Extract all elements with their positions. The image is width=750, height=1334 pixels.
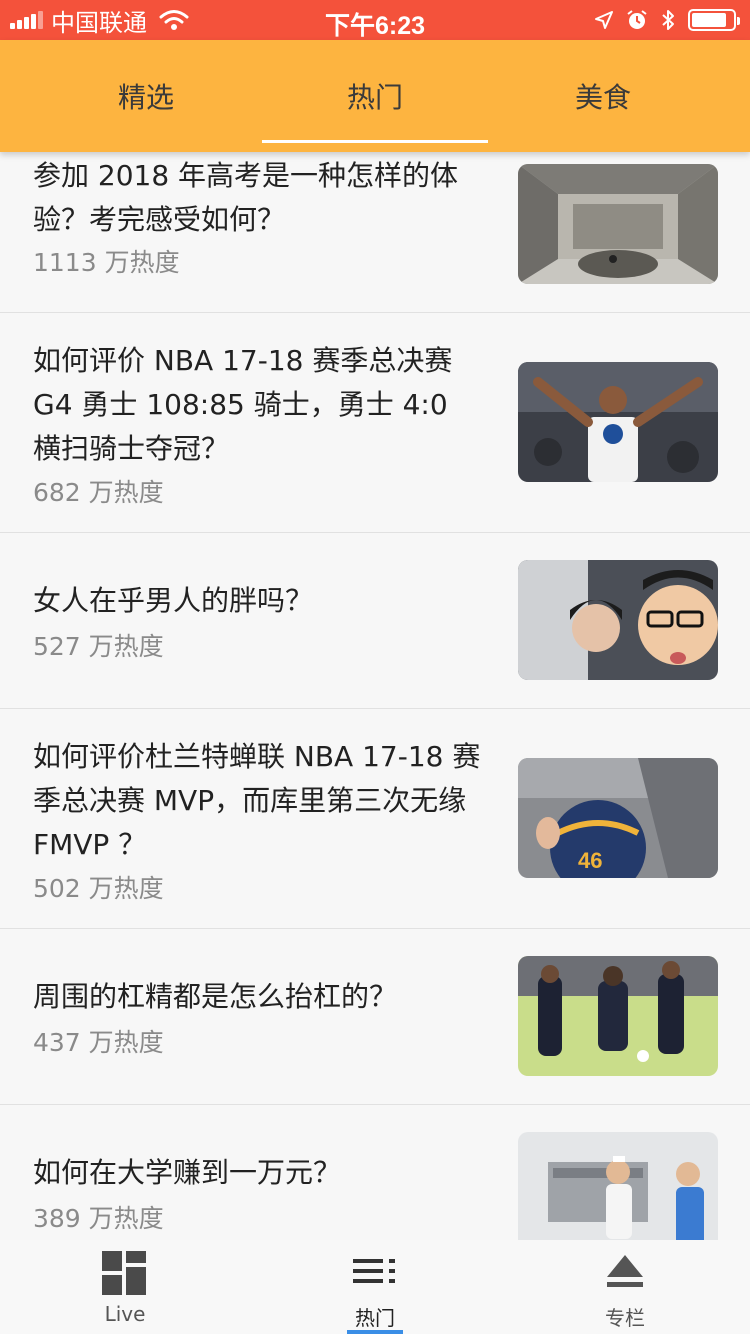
svg-text:46: 46 [578, 848, 602, 873]
item-title: 如何评价杜兰特蝉联 NBA 17-18 赛季总决赛 MVP，而库里第三次无缘 F… [33, 740, 481, 861]
item-heat: 389 万热度 [33, 1204, 164, 1233]
item-heat: 437 万热度 [33, 1028, 164, 1057]
hot-list-icon [353, 1259, 395, 1283]
location-icon [595, 11, 613, 29]
item-heat: 502 万热度 [33, 874, 164, 903]
active-nav-indicator [347, 1330, 403, 1334]
item-thumbnail [518, 560, 718, 680]
nav-live-label: Live [104, 1302, 146, 1326]
bottom-nav-bar: Live 热门 专栏 [0, 1240, 750, 1334]
status-bar: 中国联通 下午6:23 [0, 0, 750, 40]
item-thumbnail [518, 1132, 718, 1240]
hot-feed: 参加 2018 年高考是一种怎样的体验？考完感受如何？ 1113 万热度 如何评… [0, 152, 750, 1240]
active-tab-indicator [262, 140, 488, 143]
nav-column[interactable]: 专栏 [500, 1240, 750, 1334]
tab-food[interactable]: 美食 [489, 40, 717, 152]
list-item[interactable]: 如何评价 NBA 17-18 赛季总决赛 G4 勇士 108:85 骑士，勇士 … [0, 313, 750, 533]
column-eject-icon [607, 1255, 643, 1287]
top-tab-bar: 精选 热门 美食 [0, 40, 750, 152]
item-heat: 1113 万热度 [33, 248, 180, 277]
item-title: 如何在大学赚到一万元？ [33, 1156, 342, 1189]
item-thumbnail: 46 [518, 758, 718, 878]
item-title: 女人在乎男人的胖吗？ [33, 584, 314, 617]
item-title: 如何评价 NBA 17-18 赛季总决赛 G4 勇士 108:85 骑士，勇士 … [33, 344, 453, 465]
item-thumbnail [518, 956, 718, 1076]
tab-hot[interactable]: 热门 [261, 40, 489, 152]
list-item[interactable]: 如何评价杜兰特蝉联 NBA 17-18 赛季总决赛 MVP，而库里第三次无缘 F… [0, 709, 750, 929]
nav-hot[interactable]: 热门 [250, 1240, 500, 1334]
list-item[interactable]: 参加 2018 年高考是一种怎样的体验？考完感受如何？ 1113 万热度 [0, 152, 750, 313]
live-grid-icon [102, 1251, 146, 1295]
item-title: 周围的杠精都是怎么抬杠的？ [33, 980, 398, 1013]
list-item[interactable]: 女人在乎男人的胖吗？ 527 万热度 [0, 533, 750, 709]
tab-featured[interactable]: 精选 [32, 40, 260, 152]
battery-icon [688, 9, 740, 31]
item-title: 参加 2018 年高考是一种怎样的体验？考完感受如何？ [33, 159, 459, 236]
item-thumbnail [518, 362, 718, 482]
list-item[interactable]: 如何在大学赚到一万元？ 389 万热度 [0, 1105, 750, 1240]
nav-hot-label: 热门 [355, 1306, 395, 1330]
item-heat: 527 万热度 [33, 632, 164, 661]
bluetooth-icon [662, 10, 674, 30]
item-thumbnail [518, 164, 718, 284]
list-item[interactable]: 周围的杠精都是怎么抬杠的？ 437 万热度 [0, 929, 750, 1105]
nav-column-label: 专栏 [605, 1306, 645, 1330]
nav-live[interactable]: Live [0, 1240, 250, 1334]
item-heat: 682 万热度 [33, 478, 164, 507]
alarm-icon [627, 10, 647, 29]
